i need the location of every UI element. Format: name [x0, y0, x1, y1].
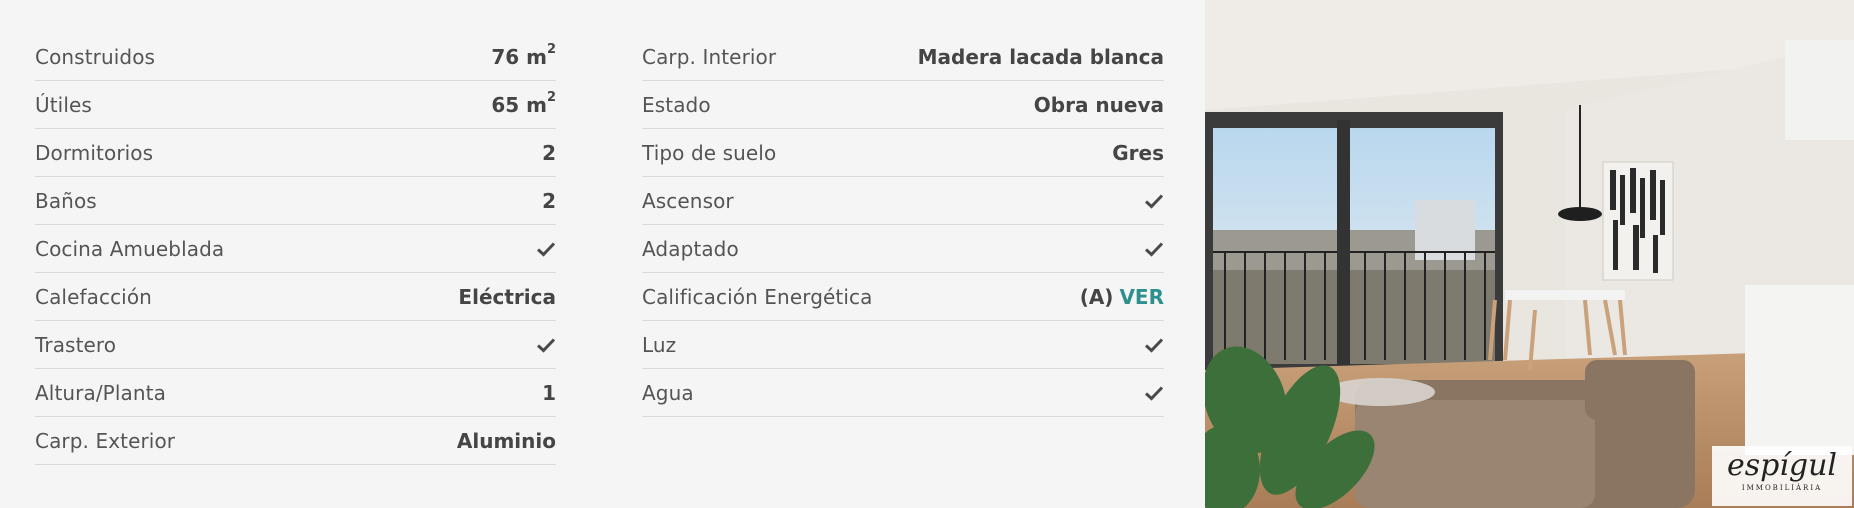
spec-row-carp-exterior: Carp. Exterior Aluminio: [35, 417, 556, 465]
spec-label: Tipo de suelo: [642, 140, 777, 165]
specs-column-right: Carp. Interior Madera lacada blanca Esta…: [642, 33, 1164, 417]
spec-row-utiles: Útiles 65 m2: [35, 81, 556, 129]
spec-row-trastero: Trastero: [35, 321, 556, 369]
spec-value: (A) VER: [1080, 285, 1164, 309]
energy-certificate-link[interactable]: VER: [1119, 285, 1164, 309]
spec-value: Eléctrica: [458, 284, 556, 309]
spec-label: Altura/Planta: [35, 380, 166, 405]
spec-row-calefaccion: Calefacción Eléctrica: [35, 273, 556, 321]
spec-label: Construidos: [35, 44, 156, 69]
spec-value: Gres: [1112, 140, 1164, 165]
spec-label: Ascensor: [642, 188, 734, 213]
spec-label: Carp. Exterior: [35, 428, 176, 453]
property-photo[interactable]: espígul IMMOBILIÀRIA: [1205, 0, 1854, 508]
spec-value: 65 m2: [491, 89, 556, 117]
spec-row-altura-planta: Altura/Planta 1: [35, 369, 556, 417]
spec-label: Cocina Amueblada: [35, 236, 225, 261]
spec-label: Calificación Energética: [642, 284, 873, 309]
spec-value: 2: [542, 188, 556, 213]
spec-row-calificacion-energetica: Calificación Energética (A) VER: [642, 273, 1164, 321]
spec-row-carp-interior: Carp. Interior Madera lacada blanca: [642, 33, 1164, 81]
spec-label: Calefacción: [35, 284, 152, 309]
spec-value: 2: [542, 140, 556, 165]
spec-row-cocina-amueblada: Cocina Amueblada: [35, 225, 556, 273]
check-icon: [1144, 193, 1164, 209]
spec-label: Estado: [642, 92, 711, 117]
spec-row-estado: Estado Obra nueva: [642, 81, 1164, 129]
spec-row-construidos: Construidos 76 m2: [35, 33, 556, 81]
check-icon: [1144, 337, 1164, 353]
spec-row-luz: Luz: [642, 321, 1164, 369]
check-icon: [1144, 241, 1164, 257]
spec-label: Luz: [642, 332, 677, 357]
spec-row-tipo-de-suelo: Tipo de suelo Gres: [642, 129, 1164, 177]
property-specs-panel: Construidos 76 m2 Útiles 65 m2 Dormitori…: [0, 0, 1205, 508]
check-icon: [536, 241, 556, 257]
specs-column-left: Construidos 76 m2 Útiles 65 m2 Dormitori…: [35, 33, 556, 465]
check-icon: [536, 337, 556, 353]
spec-row-ascensor: Ascensor: [642, 177, 1164, 225]
spec-label: Baños: [35, 188, 97, 213]
spec-value: Obra nueva: [1033, 92, 1164, 117]
spec-row-banos: Baños 2: [35, 177, 556, 225]
spec-value: Aluminio: [456, 428, 556, 453]
spec-label: Útiles: [35, 92, 92, 117]
living-room-image: [1205, 0, 1854, 508]
logo-subtext: IMMOBILIÀRIA: [1741, 484, 1823, 492]
spec-label: Adaptado: [642, 236, 739, 261]
spec-row-dormitorios: Dormitorios 2: [35, 129, 556, 177]
spec-label: Agua: [642, 380, 694, 405]
agency-logo: espígul IMMOBILIÀRIA: [1712, 446, 1852, 506]
spec-value: 76 m2: [491, 41, 556, 69]
spec-row-agua: Agua: [642, 369, 1164, 417]
spec-row-adaptado: Adaptado: [642, 225, 1164, 273]
spec-value: Madera lacada blanca: [917, 44, 1164, 69]
spec-label: Carp. Interior: [642, 44, 777, 69]
logo-brand: espígul: [1726, 448, 1838, 483]
spec-label: Trastero: [35, 332, 117, 357]
check-icon: [1144, 385, 1164, 401]
energy-rating: (A): [1079, 284, 1114, 309]
spec-label: Dormitorios: [35, 140, 154, 165]
spec-value: 1: [542, 380, 556, 405]
